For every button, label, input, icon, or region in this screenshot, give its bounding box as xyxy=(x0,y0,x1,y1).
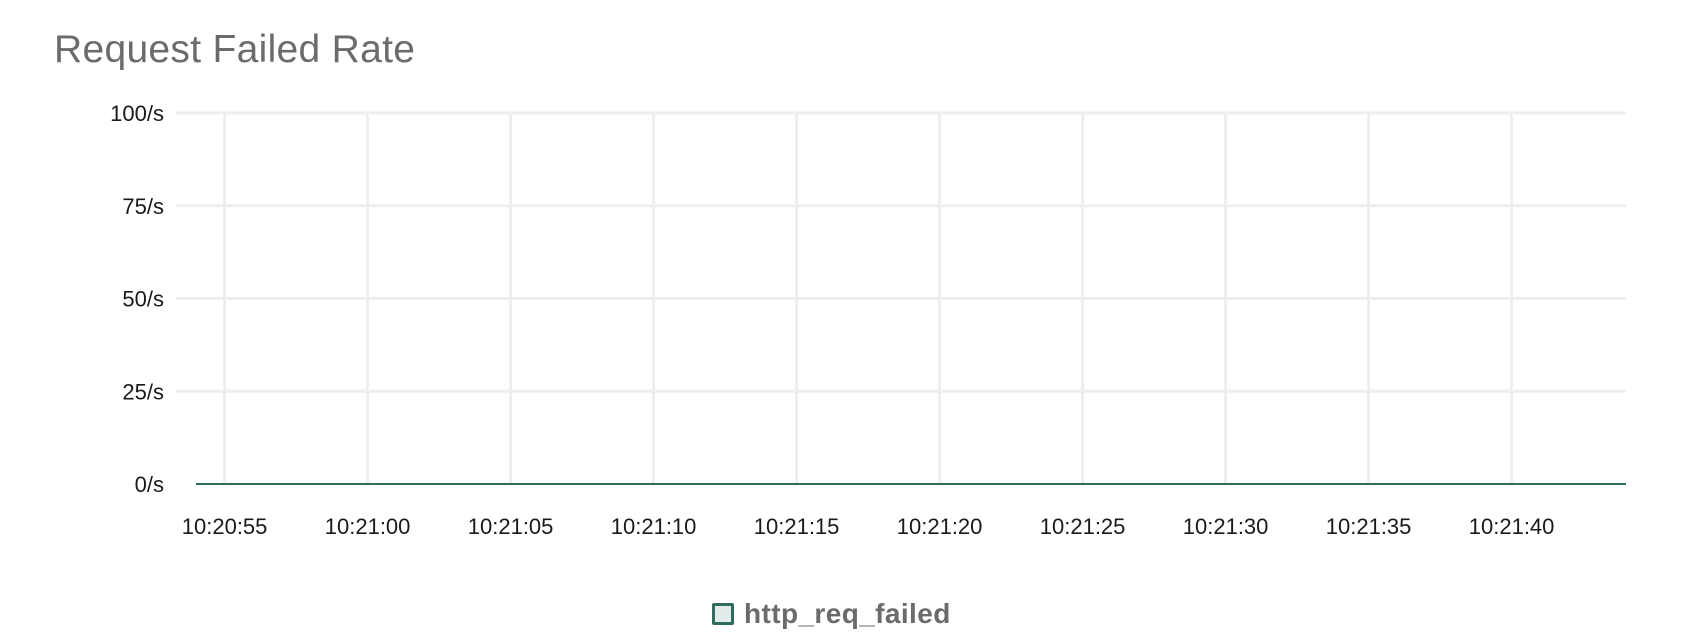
legend-swatch-http-req-failed[interactable] xyxy=(712,603,734,625)
y-tick-label: 0/s xyxy=(135,472,164,497)
x-tick-label: 10:21:25 xyxy=(1040,514,1126,539)
x-tick-label: 10:21:20 xyxy=(897,514,983,539)
x-tick-label: 10:21:35 xyxy=(1326,514,1412,539)
grid-lines xyxy=(176,111,1626,484)
x-tick-label: 10:21:15 xyxy=(754,514,840,539)
x-axis-ticks: 10:20:55 10:21:00 10:21:05 10:21:10 10:21:15… xyxy=(182,514,1555,539)
line-chart: 0/s25/s50/s75/s100/s 10:20:55 10:21:00 10:… xyxy=(110,101,1626,539)
x-tick-label: 10:20:55 xyxy=(182,514,268,539)
legend-label-http-req-failed[interactable]: http_req_failed xyxy=(744,598,951,630)
x-tick-label: 10:21:05 xyxy=(468,514,554,539)
y-tick-label: 100/s xyxy=(110,101,164,126)
legend[interactable]: http_req_failed xyxy=(712,598,951,630)
x-tick-label: 10:21:10 xyxy=(611,514,697,539)
y-tick-label: 75/s xyxy=(122,194,164,219)
x-tick-label: 10:21:30 xyxy=(1183,514,1269,539)
y-axis-ticks: 0/s 25/s 50/s 75/s 100/s xyxy=(110,101,164,497)
x-tick-label: 10:21:40 xyxy=(1469,514,1555,539)
y-tick-label: 50/s xyxy=(122,287,164,312)
chart-panel: Request Failed Rate 0/s 25/s 50/s 75/s 100/s… xyxy=(0,0,1708,644)
x-tick-label: 10:21:00 xyxy=(325,514,411,539)
y-tick-label: 25/s xyxy=(122,379,164,404)
